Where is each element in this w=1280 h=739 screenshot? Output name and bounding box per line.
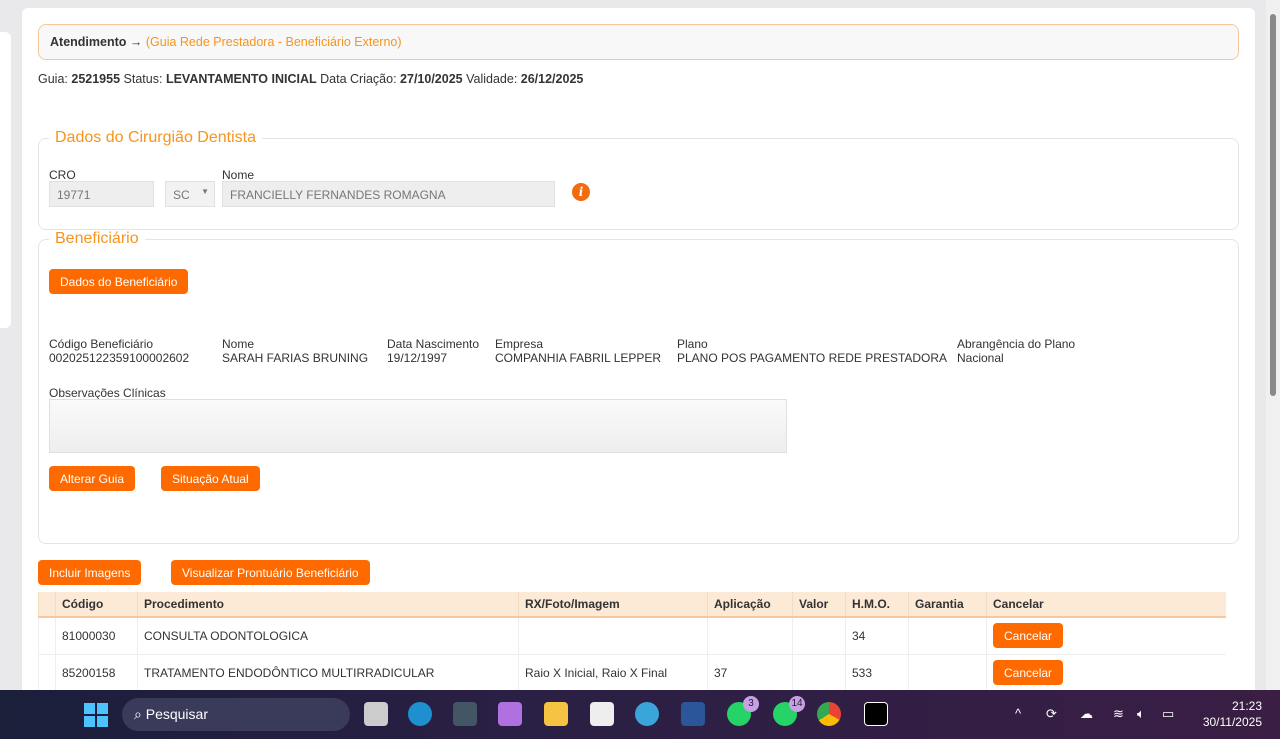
include-images-button[interactable]: Incluir Imagens [38, 560, 142, 585]
taskbar-search[interactable]: ⌕ Pesquisar [122, 698, 350, 731]
chevron-up-icon[interactable]: ^ [1015, 706, 1021, 721]
beneficiary-legend: Beneficiário [55, 230, 139, 247]
volume-icon[interactable]: 🔈︎ [1137, 706, 1145, 722]
beneficiary-data-button[interactable]: Dados do Beneficiário [49, 269, 189, 294]
chevron-down-icon: ▼ [201, 187, 209, 196]
taskbar: ⌕ Pesquisar 3 14 ^ ⟳ ☁ ≋ 🔈︎ ▭ 21:23 30/11… [0, 690, 1280, 739]
breadcrumb-root: Atendimento [50, 35, 127, 49]
uf-select[interactable]: SC ▼ [165, 181, 215, 207]
calculator-icon[interactable] [453, 702, 477, 726]
whatsapp-icon[interactable]: 14 [773, 696, 805, 726]
sync-icon[interactable]: ⟳ [1046, 706, 1057, 722]
copilot-icon[interactable] [498, 702, 522, 726]
obs-textarea[interactable] [49, 399, 787, 453]
breadcrumb: Atendimento → (Guia Rede Prestadora - Be… [38, 24, 1239, 60]
info-icon[interactable]: i [572, 183, 590, 201]
alter-guide-button[interactable]: Alterar Guia [49, 466, 136, 491]
table-row: 81000030 CONSULTA ODONTOLOGICA 34 Cancelar [38, 617, 1226, 655]
scrollbar[interactable] [1266, 0, 1280, 690]
side-panel [0, 32, 11, 328]
guide-info: Guia: 2521955 Status: LEVANTAMENTO INICI… [38, 72, 584, 86]
obs-label: Observações Clínicas [49, 386, 166, 400]
task-view-icon[interactable] [364, 702, 388, 726]
dentist-section: Dados do Cirurgião Dentista [38, 129, 1239, 230]
file-explorer-icon[interactable] [544, 702, 568, 726]
xp-app-icon[interactable] [864, 702, 888, 726]
procedures-table: Código Procedimento RX/Foto/Imagem Aplic… [38, 592, 1226, 692]
view-records-button[interactable]: Visualizar Prontuário Beneficiário [171, 560, 370, 585]
table-header: Código Procedimento RX/Foto/Imagem Aplic… [38, 592, 1226, 618]
cancel-button[interactable]: Cancelar [993, 660, 1064, 685]
whatsapp-icon[interactable]: 3 [727, 696, 759, 726]
current-status-button[interactable]: Situação Atual [161, 466, 260, 491]
windows-start-icon[interactable] [84, 703, 108, 727]
store-icon[interactable] [590, 702, 614, 726]
word-icon[interactable] [681, 702, 705, 726]
breadcrumb-sub: (Guia Rede Prestadora - Beneficiário Ext… [145, 35, 402, 49]
clock[interactable]: 21:23 30/11/2025 [1203, 698, 1262, 730]
name-label: Nome [222, 168, 255, 182]
beneficiary-section: Beneficiário [38, 230, 1239, 544]
canva-icon[interactable] [635, 702, 659, 726]
table-row: 85200158 TRATAMENTO ENDODÔNTICO MULTIRRAD… [38, 654, 1226, 692]
edge-icon[interactable] [408, 702, 432, 726]
cloud-icon[interactable]: ☁ [1080, 706, 1093, 722]
dentist-legend: Dados do Cirurgião Dentista [55, 129, 256, 146]
dentist-name-input[interactable]: FRANCIELLY FERNANDES ROMAGNA [222, 181, 555, 207]
main-card: Atendimento → (Guia Rede Prestadora - Be… [22, 8, 1255, 708]
cancel-button[interactable]: Cancelar [993, 623, 1064, 649]
scrollbar-thumb[interactable] [1270, 14, 1276, 396]
wifi-icon[interactable]: ≋ [1113, 706, 1124, 722]
cro-label: CRO [49, 168, 76, 182]
chrome-icon[interactable] [817, 702, 841, 726]
search-icon: ⌕ [134, 706, 142, 722]
battery-icon[interactable]: ▭ [1162, 706, 1174, 722]
cro-input[interactable]: 19771 [49, 181, 154, 207]
arrow-icon: → [129, 35, 143, 49]
